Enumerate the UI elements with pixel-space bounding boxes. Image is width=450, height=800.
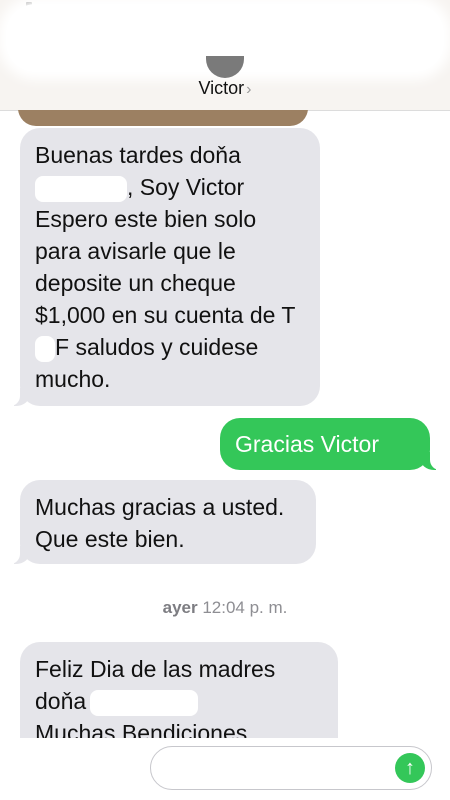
bubble-tail [420, 452, 446, 470]
message-bubble-received[interactable]: Buenas tardes doňa , Soy Victor Espero e… [4, 128, 320, 406]
message-text: doňa [35, 688, 87, 714]
conversation-header: Victor › [0, 0, 450, 111]
send-button[interactable]: ↑ [395, 753, 425, 783]
timestamp-time: 12:04 p. m. [202, 598, 288, 617]
message-bubble-received[interactable]: Feliz Dia de las madres doňa Muchas Bend… [20, 642, 338, 738]
message-composer: ↑ [0, 738, 450, 800]
redacted-name [35, 175, 127, 202]
previous-image-bubble[interactable] [18, 110, 308, 126]
bubble-tail [4, 546, 30, 564]
message-text: Muchas Bendiciones [35, 720, 248, 738]
message-thread[interactable]: Buenas tardes doňa , Soy Victor Espero e… [0, 110, 450, 738]
message-text: Buenas tardes doňa [35, 142, 241, 168]
message-text: Muchas gracias a usted. Que este bien. [35, 494, 285, 552]
contact-avatar[interactable] [206, 56, 244, 78]
chevron-right-icon: › [246, 81, 252, 98]
message-input[interactable]: ↑ [150, 746, 432, 790]
message-text: Gracias Victor [235, 431, 380, 457]
contact-name: Victor [198, 78, 245, 98]
message-bubble-sent[interactable]: Gracias Victor [220, 418, 446, 470]
bubble-tail [4, 388, 30, 406]
message-timestamp: ayer 12:04 p. m. [0, 598, 450, 618]
message-bubble-received[interactable]: Muchas gracias a usted. Que este bien. [4, 480, 316, 564]
redacted-name [90, 689, 199, 716]
message-text: Feliz Dia de las madres [35, 656, 276, 682]
timestamp-day: ayer [162, 598, 198, 617]
message-text: F saludos y cuidese mucho. [35, 334, 259, 392]
redacted-composer-area [0, 738, 150, 800]
arrow-up-icon: ↑ [405, 757, 415, 779]
contact-name-button[interactable]: Victor › [0, 78, 450, 99]
redacted-bank [35, 335, 55, 362]
